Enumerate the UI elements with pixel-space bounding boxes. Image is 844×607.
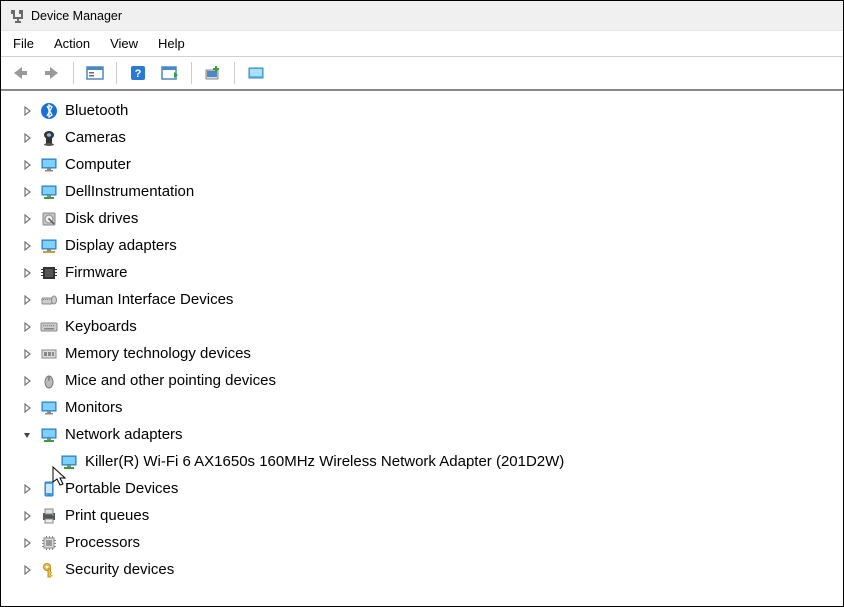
tree-item-label: Print queues (65, 507, 149, 524)
tree-item[interactable]: Mice and other pointing devices (1, 367, 843, 394)
tree-item-label: Portable Devices (65, 480, 178, 497)
monitor-card-icon (39, 236, 59, 256)
tree-item-label: Killer(R) Wi-Fi 6 AX1650s 160MHz Wireles… (85, 453, 564, 470)
disk-icon (39, 209, 59, 229)
firmware-icon (39, 263, 59, 283)
show-hide-console-tree-button[interactable] (82, 60, 108, 86)
scan-hardware-button[interactable] (157, 60, 183, 86)
tree-item[interactable]: Portable Devices (1, 475, 843, 502)
toolbar-separator (116, 62, 117, 84)
tree-item[interactable]: Memory technology devices (1, 340, 843, 367)
tree-item[interactable]: Cameras (1, 124, 843, 151)
toolbar-separator (73, 62, 74, 84)
chevron-right-icon[interactable] (19, 292, 35, 308)
tree-item-label: Human Interface Devices (65, 291, 233, 308)
properties-button[interactable] (243, 60, 269, 86)
tree-item-label: Firmware (65, 264, 128, 281)
chevron-right-icon[interactable] (19, 130, 35, 146)
tree-item-label: Network adapters (65, 426, 183, 443)
tree-item-label: Bluetooth (65, 102, 128, 119)
device-tree[interactable]: Bluetooth Cameras Computer DellInstrumentat… (1, 91, 843, 606)
help-button[interactable]: ? (125, 60, 151, 86)
tree-item[interactable]: Print queues (1, 502, 843, 529)
portable-icon (39, 479, 59, 499)
chevron-right-icon[interactable] (19, 238, 35, 254)
memory-icon (39, 344, 59, 364)
tree-item-label: Processors (65, 534, 140, 551)
processor-icon (39, 533, 59, 553)
tree-item[interactable]: Display adapters (1, 232, 843, 259)
chevron-right-icon[interactable] (19, 346, 35, 362)
menu-file[interactable]: File (9, 34, 44, 53)
tree-item-label: Mice and other pointing devices (65, 372, 276, 389)
tree-item[interactable]: Bluetooth (1, 97, 843, 124)
monitor-icon (39, 155, 59, 175)
chevron-right-icon[interactable] (19, 481, 35, 497)
tree-item[interactable]: Killer(R) Wi-Fi 6 AX1650s 160MHz Wireles… (1, 448, 843, 475)
tree-item[interactable]: Disk drives (1, 205, 843, 232)
chevron-down-icon[interactable] (19, 427, 35, 443)
menu-bar: File Action View Help (1, 31, 843, 57)
camera-icon (39, 128, 59, 148)
monitor-net-icon (39, 182, 59, 202)
tree-item[interactable]: Human Interface Devices (1, 286, 843, 313)
printer-icon (39, 506, 59, 526)
chevron-right-icon[interactable] (19, 400, 35, 416)
tree-item[interactable]: Computer (1, 151, 843, 178)
chevron-right-icon[interactable] (19, 265, 35, 281)
menu-action[interactable]: Action (44, 34, 100, 53)
toolbar-separator (234, 62, 235, 84)
chevron-right-icon[interactable] (19, 184, 35, 200)
tree-item-label: Display adapters (65, 237, 177, 254)
tree-item[interactable]: Keyboards (1, 313, 843, 340)
back-button[interactable] (7, 60, 33, 86)
chevron-right-icon[interactable] (19, 562, 35, 578)
tree-item[interactable]: Processors (1, 529, 843, 556)
chevron-right-icon[interactable] (19, 535, 35, 551)
window-title: Device Manager (31, 9, 122, 23)
bluetooth-icon (39, 101, 59, 121)
monitor-net-icon (59, 452, 79, 472)
tree-item[interactable]: DellInstrumentation (1, 178, 843, 205)
tree-item[interactable]: Security devices (1, 556, 843, 583)
chevron-right-icon[interactable] (19, 157, 35, 173)
tree-item[interactable]: Monitors (1, 394, 843, 421)
app-icon (9, 8, 25, 24)
monitor-icon (39, 398, 59, 418)
chevron-right-icon[interactable] (19, 103, 35, 119)
menu-help[interactable]: Help (148, 34, 195, 53)
toolbar: ? (1, 57, 843, 91)
tree-item-label: Keyboards (65, 318, 137, 335)
security-icon (39, 560, 59, 580)
chevron-right-icon[interactable] (19, 319, 35, 335)
tree-item-label: Cameras (65, 129, 126, 146)
forward-button[interactable] (39, 60, 65, 86)
monitor-net-icon (39, 425, 59, 445)
add-hardware-button[interactable] (200, 60, 226, 86)
tree-item-label: Memory technology devices (65, 345, 251, 362)
chevron-right-icon[interactable] (19, 508, 35, 524)
chevron-right-icon[interactable] (19, 373, 35, 389)
hid-icon (39, 290, 59, 310)
title-bar: Device Manager (1, 1, 843, 31)
svg-text:?: ? (135, 68, 142, 80)
keyboard-icon (39, 317, 59, 337)
mouse-icon (39, 371, 59, 391)
tree-item-label: Security devices (65, 561, 174, 578)
tree-item-label: Disk drives (65, 210, 138, 227)
tree-item-label: Monitors (65, 399, 123, 416)
toolbar-separator (191, 62, 192, 84)
tree-item[interactable]: Firmware (1, 259, 843, 286)
tree-item-label: Computer (65, 156, 131, 173)
tree-item[interactable]: Network adapters (1, 421, 843, 448)
chevron-right-icon[interactable] (19, 211, 35, 227)
menu-view[interactable]: View (100, 34, 148, 53)
tree-item-label: DellInstrumentation (65, 183, 194, 200)
